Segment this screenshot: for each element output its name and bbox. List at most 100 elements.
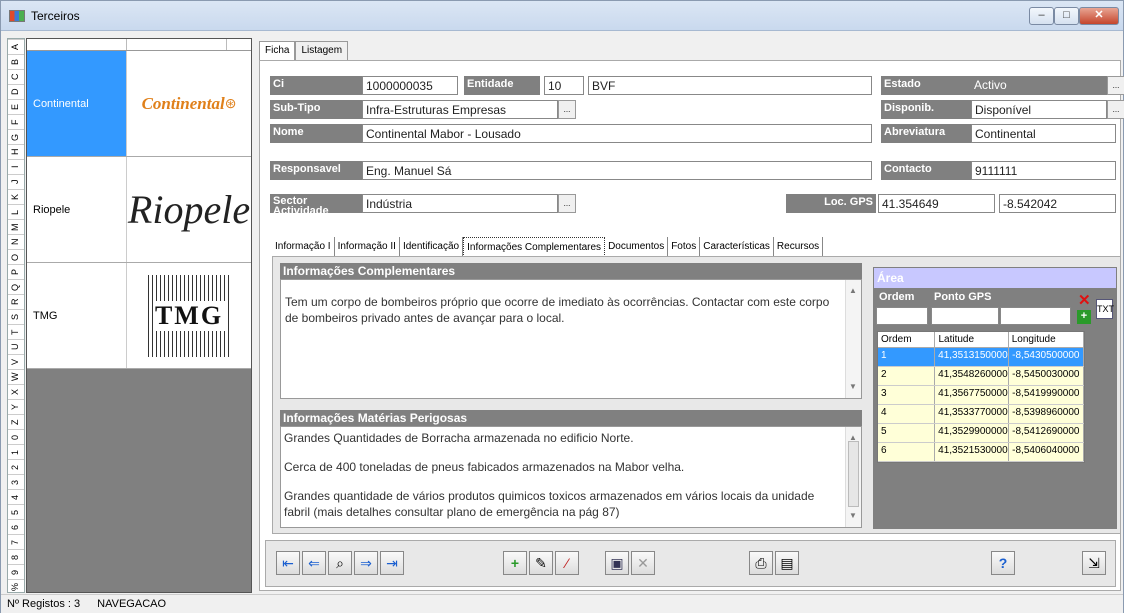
alphabet-letter[interactable]: A (8, 39, 24, 54)
alphabet-letter[interactable]: 7 (8, 534, 24, 549)
estado-lookup-button[interactable]: ... (1107, 76, 1124, 95)
sector-lookup-button[interactable]: ... (558, 194, 576, 213)
alphabet-letter[interactable]: 0 (8, 429, 24, 444)
disponib-lookup-button[interactable]: ... (1107, 100, 1124, 119)
alphabet-letter[interactable]: T (8, 324, 24, 339)
gps-lat-field[interactable]: 41.354649 (878, 194, 995, 213)
alphabet-letter[interactable]: F (8, 114, 24, 129)
alphabet-letter[interactable]: H (8, 144, 24, 159)
area-lon-input[interactable] (1000, 307, 1071, 325)
area-lat-input[interactable] (931, 307, 999, 325)
search-button[interactable]: ⌕ (328, 551, 352, 575)
alphabet-letter[interactable]: 8 (8, 549, 24, 564)
alphabet-letter[interactable]: B (8, 54, 24, 69)
tab-ficha[interactable]: Ficha (259, 41, 296, 61)
table-row[interactable]: 4 41,3533770000 -8,5398960000 (878, 405, 1084, 424)
entidade-field[interactable]: 10 (544, 76, 584, 95)
alphabet-letter[interactable]: U (8, 339, 24, 354)
tab-identificacao[interactable]: Identificação (400, 237, 464, 257)
table-row[interactable]: 3 41,3567750000 -8,5419990000 (878, 386, 1084, 405)
add-point-icon[interactable]: + (1077, 310, 1091, 324)
print-button[interactable]: ⎙ (749, 551, 773, 575)
alphabet-letter[interactable]: 2 (8, 459, 24, 474)
next-record-button[interactable]: ⇒ (354, 551, 378, 575)
alphabet-letter[interactable]: V (8, 354, 24, 369)
alphabet-letter[interactable]: 4 (8, 489, 24, 504)
contacto-field[interactable]: 9111111 (971, 161, 1116, 180)
table-row[interactable]: 1 41,3513150000 -8,5430500000 (878, 348, 1084, 367)
alphabet-letter[interactable]: 1 (8, 444, 24, 459)
save-button[interactable]: ▣ (605, 551, 629, 575)
subtipo-lookup-button[interactable]: ... (558, 100, 576, 119)
alphabet-letter[interactable]: O (8, 249, 24, 264)
alphabet-letter[interactable]: M (8, 219, 24, 234)
last-record-button[interactable]: ⇥ (380, 551, 404, 575)
help-button[interactable]: ? (991, 551, 1015, 575)
alphabet-letter[interactable]: N (8, 234, 24, 249)
subtipo-field[interactable]: Infra-Estruturas Empresas (362, 100, 558, 119)
delete-record-button[interactable]: ⁄ (555, 551, 579, 575)
table-row[interactable]: 5 41,3529900000 -8,5412690000 (878, 424, 1084, 443)
export-button[interactable]: ▤ (775, 551, 799, 575)
alphabet-letter[interactable]: L (8, 204, 24, 219)
alphabet-letter[interactable]: 6 (8, 519, 24, 534)
alphabet-letter[interactable]: K (8, 189, 24, 204)
abreviatura-field[interactable]: Continental (971, 124, 1116, 143)
alphabet-letter[interactable]: E (8, 99, 24, 114)
tab-documentos[interactable]: Documentos (605, 237, 669, 257)
area-ordem-input[interactable] (876, 307, 928, 325)
info-comp-text[interactable]: Tem um corpo de bombeiros próprio que oc… (280, 279, 862, 399)
minimize-button[interactable]: – (1029, 7, 1054, 25)
new-record-button[interactable]: + (503, 551, 527, 575)
alphabet-letter[interactable]: Z (8, 414, 24, 429)
list-item[interactable]: Riopele Riopele (27, 157, 251, 263)
disponib-field[interactable]: Disponível (971, 100, 1107, 119)
alphabet-letter[interactable]: G (8, 129, 24, 144)
responsavel-field[interactable]: Eng. Manuel Sá (362, 161, 872, 180)
alphabet-letter[interactable]: J (8, 174, 24, 189)
delete-point-icon[interactable]: ✕ (1078, 291, 1091, 309)
alphabet-letter[interactable]: C (8, 69, 24, 84)
alphabet-letter[interactable]: P (8, 264, 24, 279)
tab-caracteristicas[interactable]: Características (700, 237, 774, 257)
alphabet-letter[interactable]: R (8, 294, 24, 309)
list-item[interactable]: Continental Continental ⊛ (27, 51, 251, 157)
tab-recursos[interactable]: Recursos (774, 237, 824, 257)
exit-button[interactable]: ⇲ (1082, 551, 1106, 575)
tab-informacao-1[interactable]: Informação I (272, 237, 335, 257)
entidade-name-field[interactable]: BVF (588, 76, 872, 95)
alphabet-letter[interactable]: % (8, 579, 24, 594)
alphabet-letter[interactable]: 3 (8, 474, 24, 489)
table-row[interactable]: 6 41,3521530000 -8,5406040000 (878, 443, 1084, 462)
tab-fotos[interactable]: Fotos (668, 237, 701, 257)
cancel-button[interactable]: ✕ (631, 551, 655, 575)
txt-export-icon[interactable]: TXT (1096, 299, 1114, 319)
maximize-button[interactable]: □ (1054, 7, 1079, 25)
tab-informacoes-complementares[interactable]: Informações Complementares (463, 237, 606, 257)
alphabet-letter[interactable]: 9 (8, 564, 24, 579)
ci-field[interactable]: 1000000035 (362, 76, 458, 95)
gps-lon-field[interactable]: -8.542042 (999, 194, 1116, 213)
list-item[interactable]: TMG TMG (27, 263, 251, 369)
edit-button[interactable]: ✎ (529, 551, 553, 575)
alphabet-letter[interactable]: X (8, 384, 24, 399)
tab-informacao-2[interactable]: Informação II (335, 237, 400, 257)
previous-record-button[interactable]: ⇐ (302, 551, 326, 575)
sector-field[interactable]: Indústria (362, 194, 558, 213)
alphabet-letter[interactable]: 5 (8, 504, 24, 519)
info-mat-text[interactable]: Grandes Quantidades de Borracha armazena… (280, 426, 862, 528)
estado-field[interactable]: Activo (971, 76, 1107, 95)
first-record-button[interactable]: ⇤ (276, 551, 300, 575)
alphabet-letter[interactable]: Q (8, 279, 24, 294)
alphabet-letter[interactable]: W (8, 369, 24, 384)
alphabet-letter[interactable]: Y (8, 399, 24, 414)
nome-field[interactable]: Continental Mabor - Lousado (362, 124, 872, 143)
alphabet-letter[interactable]: I (8, 159, 24, 174)
close-button[interactable]: ✕ (1079, 7, 1119, 25)
table-row[interactable]: 2 41,3548260000 -8,5450030000 (878, 367, 1084, 386)
info-comp-scrollbar[interactable]: ▲ ▼ (845, 280, 861, 398)
alphabet-letter[interactable]: S (8, 309, 24, 324)
info-mat-scrollbar[interactable]: ▲ ▼ (845, 427, 861, 527)
tab-listagem[interactable]: Listagem (295, 41, 349, 61)
alphabet-letter[interactable]: D (8, 84, 24, 99)
